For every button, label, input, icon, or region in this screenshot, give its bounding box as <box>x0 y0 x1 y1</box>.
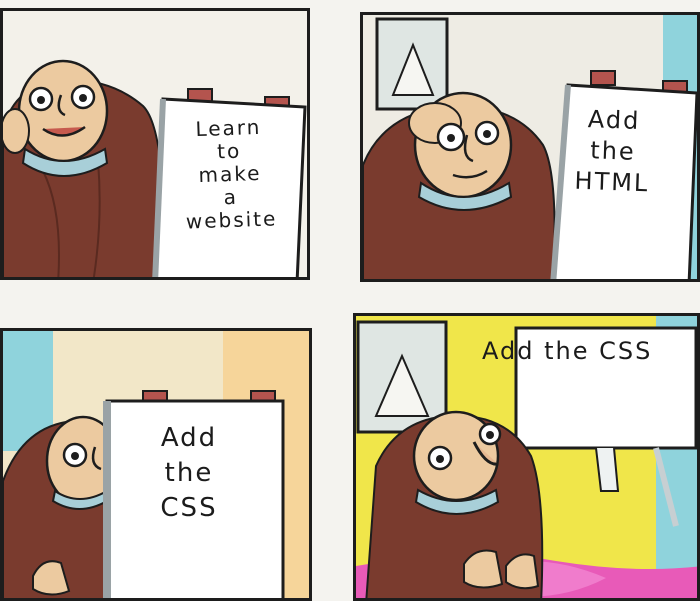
sign-text: Add the HTML <box>574 105 650 198</box>
comic-panel-1: Learn to make a website <box>0 8 310 280</box>
sign-text: Add the CSS <box>482 337 653 365</box>
sign-text: Learn to make a website <box>185 114 278 234</box>
comic-panel-3: Add the CSS <box>0 328 312 601</box>
comic-panel-2: Add the HTML <box>360 12 700 282</box>
sign-text: Add the CSS <box>160 423 218 524</box>
comic-panel-4: Add the CSS <box>353 313 700 601</box>
